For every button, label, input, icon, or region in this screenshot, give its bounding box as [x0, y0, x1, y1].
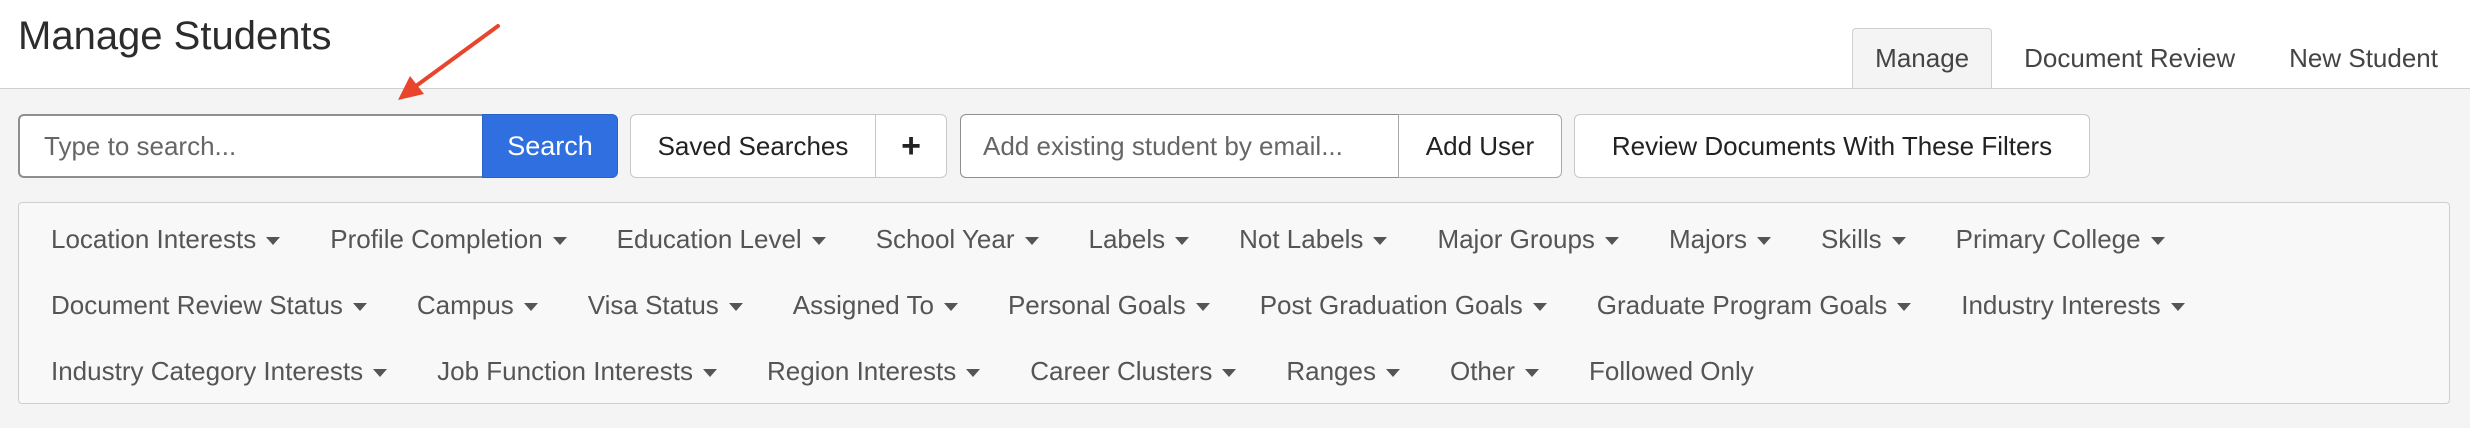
annotation-arrow-icon	[398, 24, 500, 100]
